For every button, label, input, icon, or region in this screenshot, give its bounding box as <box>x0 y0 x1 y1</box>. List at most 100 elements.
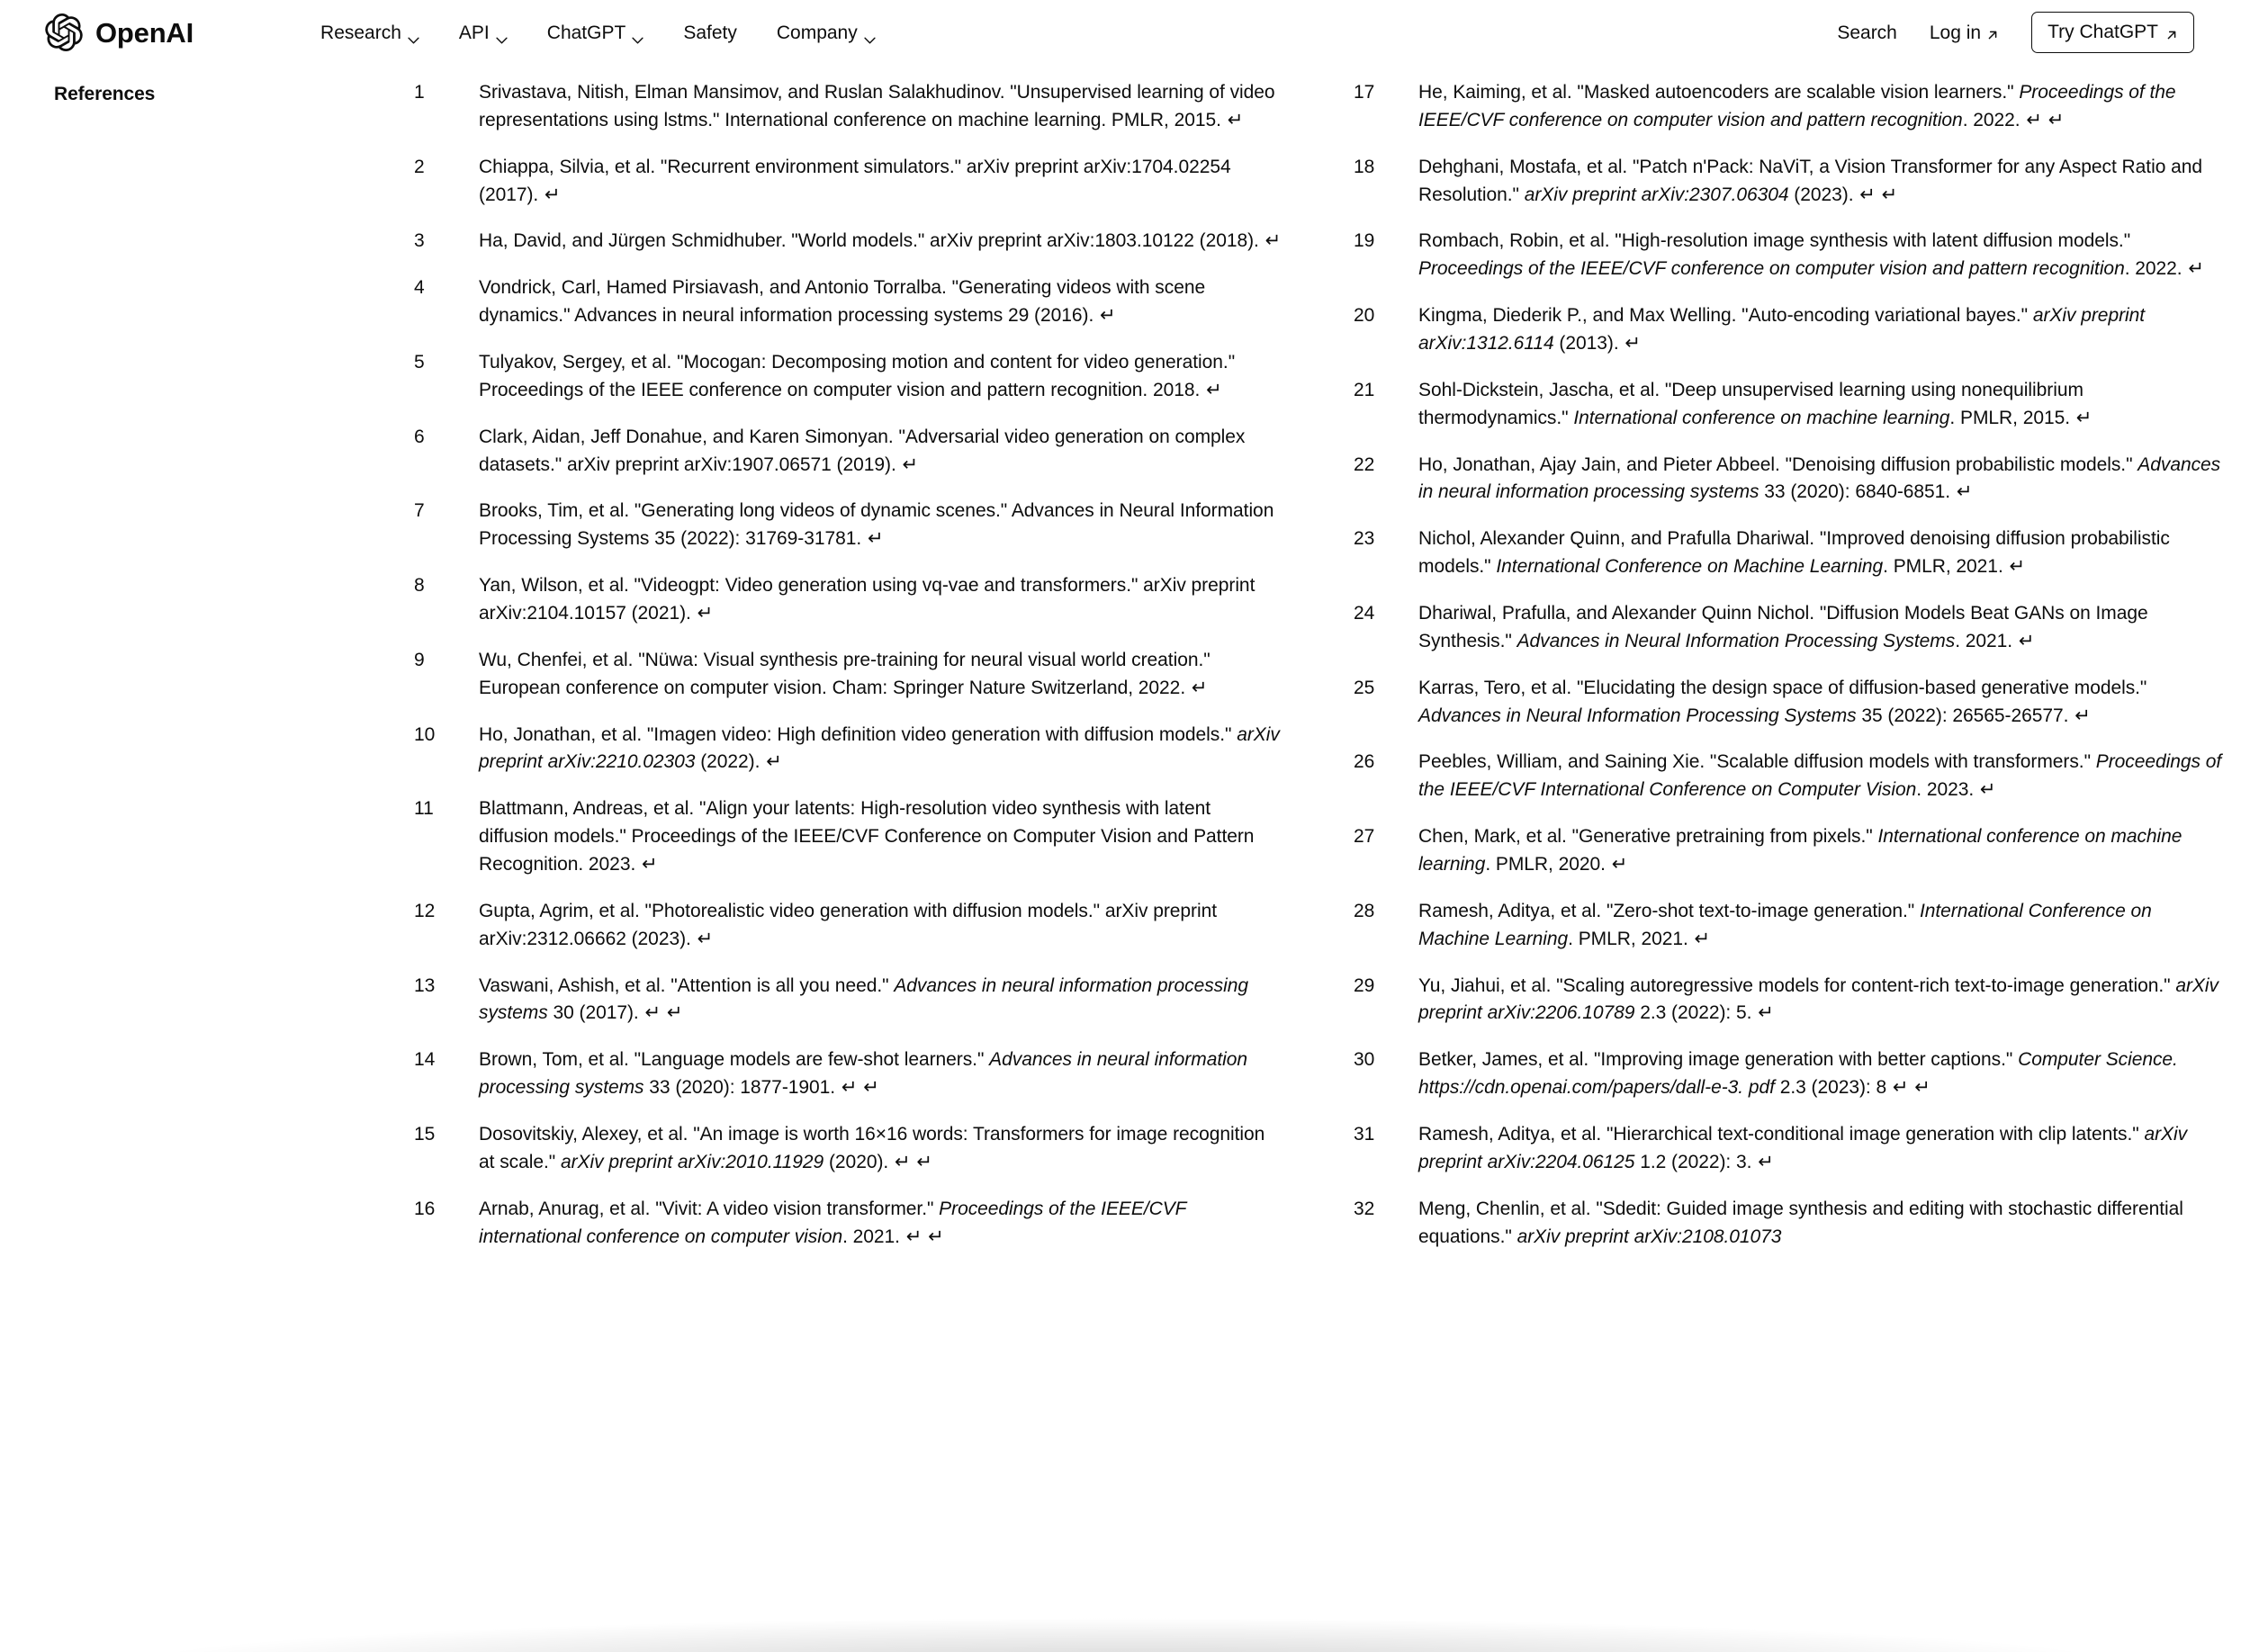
references-heading: References <box>54 84 156 104</box>
reference-text: Ramesh, Aditya, et al. "Hierarchical tex… <box>1418 1124 2188 1172</box>
reference-number: 15 <box>414 1124 436 1145</box>
reference-number: 5 <box>414 352 425 373</box>
reference-text: Dosovitskiy, Alexey, et al. "An image is… <box>479 1124 1265 1172</box>
arrow-up-right-icon <box>2165 26 2178 39</box>
reference-number: 2 <box>414 156 425 177</box>
nav-item-api[interactable]: API <box>458 22 508 44</box>
reference-text: Chen, Mark, et al. "Generative pretraini… <box>1418 826 2182 875</box>
reference-text: Gupta, Agrim, et al. "Photorealistic vid… <box>479 900 1218 949</box>
main-nav: Research API ChatGPT Safety Company <box>320 22 876 44</box>
site-header: OpenAI Research API ChatGPT Safety Compa… <box>0 0 2250 65</box>
cta-label: Try ChatGPT <box>2048 22 2158 42</box>
nav-item-chatgpt[interactable]: ChatGPT <box>546 22 644 44</box>
reference-text: Meng, Chenlin, et al. "Sdedit: Guided im… <box>1418 1198 2183 1247</box>
chevron-down-icon <box>496 29 508 44</box>
reference-item: 1 Srivastava, Nitish, Elman Mansimov, and… <box>414 79 1283 135</box>
chevron-down-icon <box>408 29 419 44</box>
reference-number: 13 <box>414 974 436 996</box>
reference-number: 17 <box>1354 82 1375 103</box>
reference-item: 10 Ho, Jonathan, et al. "Imagen video: Hi… <box>414 722 1283 777</box>
reference-number: 7 <box>414 500 425 522</box>
reference-number: 29 <box>1354 974 1375 996</box>
reference-number: 26 <box>1354 751 1375 773</box>
try-chatgpt-button[interactable]: Try ChatGPT <box>2031 12 2194 53</box>
references-columns: 1 Srivastava, Nitish, Elman Mansimov, and… <box>414 79 2250 1270</box>
reference-item: 8 Yan, Wilson, et al. "Videogpt: Video ge… <box>414 572 1283 628</box>
nav-item-safety[interactable]: Safety <box>683 23 737 42</box>
reference-item: 23 Nichol, Alexander Quinn, and Prafulla … <box>1354 525 2223 581</box>
nav-item-label: Safety <box>683 22 737 43</box>
reference-text: Karras, Tero, et al. "Elucidating the de… <box>1418 677 2147 726</box>
chevron-down-icon <box>632 29 644 44</box>
reference-text: Srivastava, Nitish, Elman Mansimov, and … <box>479 82 1275 130</box>
reference-text: Tulyakov, Sergey, et al. "Mocogan: Decom… <box>479 352 1236 400</box>
references-column-right: 17 He, Kaiming, et al. "Masked autoencode… <box>1354 79 2223 1270</box>
reference-item: 26 Peebles, William, and Saining Xie. "Sc… <box>1354 749 2223 804</box>
reference-text: Clark, Aidan, Jeff Donahue, and Karen Si… <box>479 426 1246 475</box>
reference-text: Dhariwal, Prafulla, and Alexander Quinn … <box>1418 603 2148 651</box>
reference-item: 4 Vondrick, Carl, Hamed Pirsiavash, and A… <box>414 274 1283 330</box>
reference-item: 12 Gupta, Agrim, et al. "Photorealistic v… <box>414 898 1283 954</box>
references-column-left: 1 Srivastava, Nitish, Elman Mansimov, and… <box>414 79 1283 1270</box>
reference-number: 4 <box>414 277 425 299</box>
reference-item: 28 Ramesh, Aditya, et al. "Zero-shot text… <box>1354 898 2223 954</box>
reference-text: Arnab, Anurag, et al. "Vivit: A video vi… <box>479 1198 1187 1247</box>
reference-number: 10 <box>414 723 436 745</box>
reference-item: 11 Blattmann, Andreas, et al. "Align your… <box>414 795 1283 879</box>
reference-item: 7 Brooks, Tim, et al. "Generating long vi… <box>414 498 1283 553</box>
reference-number: 14 <box>414 1049 436 1071</box>
reference-number: 6 <box>414 426 425 447</box>
reference-number: 1 <box>414 82 425 103</box>
nav-item-company[interactable]: Company <box>776 22 876 44</box>
nav-item-label: Company <box>776 22 858 43</box>
chevron-down-icon <box>864 29 876 44</box>
reference-item: 18 Dehghani, Mostafa, et al. "Patch n'Pac… <box>1354 154 2223 210</box>
reference-number: 11 <box>414 798 434 820</box>
reference-text: Vondrick, Carl, Hamed Pirsiavash, and An… <box>479 277 1206 327</box>
brand-name: OpenAI <box>95 16 194 49</box>
reference-number: 23 <box>1354 528 1375 550</box>
reference-item: 27 Chen, Mark, et al. "Generative pretrai… <box>1354 823 2223 879</box>
reference-item: 17 He, Kaiming, et al. "Masked autoencode… <box>1354 79 2223 135</box>
reference-text: Yu, Jiahui, et al. "Scaling autoregressi… <box>1418 974 2218 1024</box>
reference-item: 24 Dhariwal, Prafulla, and Alexander Quin… <box>1354 600 2223 656</box>
reference-text: Sohl-Dickstein, Jascha, et al. "Deep uns… <box>1418 379 2092 428</box>
reference-number: 9 <box>414 649 425 670</box>
reference-number: 22 <box>1354 453 1375 475</box>
reference-text: Vaswani, Ashish, et al. "Attention is al… <box>479 974 1248 1024</box>
reference-number: 12 <box>414 900 436 921</box>
search-button[interactable]: Search <box>1837 23 1897 42</box>
nav-item-research[interactable]: Research <box>320 23 419 44</box>
brand-home-link[interactable]: OpenAI <box>45 13 194 52</box>
reference-text: Ho, Jonathan, Ajay Jain, and Pieter Abbe… <box>1418 453 2221 503</box>
reference-item: 20 Kingma, Diederik P., and Max Welling. … <box>1354 302 2223 358</box>
reference-number: 25 <box>1354 677 1375 698</box>
reference-text: Wu, Chenfei, et al. "Nüwa: Visual synthe… <box>479 649 1210 698</box>
reference-text: Blattmann, Andreas, et al. "Align your l… <box>479 798 1255 875</box>
search-label: Search <box>1837 22 1897 43</box>
openai-logo-icon <box>45 13 83 52</box>
reference-text: Betker, James, et al. "Improving image g… <box>1418 1049 2178 1099</box>
reference-text: Kingma, Diederik P., and Max Welling. "A… <box>1418 305 2146 355</box>
reference-item: 29 Yu, Jiahui, et al. "Scaling autoregres… <box>1354 973 2223 1028</box>
reference-item: 14 Brown, Tom, et al. "Language models ar… <box>414 1046 1283 1102</box>
reference-number: 20 <box>1354 305 1375 327</box>
reference-text: Rombach, Robin, et al. "High-resolution … <box>1418 230 2204 280</box>
bottom-shadow-overlay <box>0 1587 2250 1652</box>
reference-number: 27 <box>1354 826 1375 848</box>
nav-item-label: API <box>458 22 490 43</box>
reference-item: 6 Clark, Aidan, Jeff Donahue, and Karen S… <box>414 424 1283 480</box>
reference-text: Ho, Jonathan, et al. "Imagen video: High… <box>479 723 1280 773</box>
reference-item: 32 Meng, Chenlin, et al. "Sdedit: Guided … <box>1354 1196 2223 1252</box>
reference-text: Ramesh, Aditya, et al. "Zero-shot text-t… <box>1418 900 2152 949</box>
references-section: References 1 Srivastava, Nitish, Elman Ma… <box>0 65 2250 1652</box>
reference-number: 18 <box>1354 156 1375 177</box>
reference-text: Dehghani, Mostafa, et al. "Patch n'Pack:… <box>1418 156 2202 205</box>
reference-item: 25 Karras, Tero, et al. "Elucidating the … <box>1354 675 2223 731</box>
reference-text: Chiappa, Silvia, et al. "Recurrent envir… <box>479 156 1231 205</box>
reference-item: 22 Ho, Jonathan, Ajay Jain, and Pieter Ab… <box>1354 452 2223 507</box>
nav-item-label: ChatGPT <box>546 22 626 43</box>
reference-item: 31 Ramesh, Aditya, et al. "Hierarchical t… <box>1354 1121 2223 1177</box>
reference-item: 15 Dosovitskiy, Alexey, et al. "An image … <box>414 1121 1283 1177</box>
login-link[interactable]: Log in <box>1930 23 1999 42</box>
